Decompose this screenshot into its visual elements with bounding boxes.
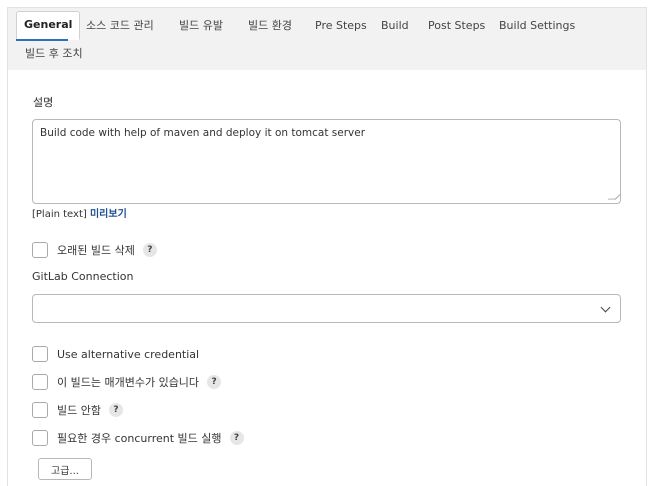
active-tab-indicator [16, 39, 68, 41]
help-icon[interactable]: ? [142, 243, 157, 257]
discard-old-builds-row[interactable]: 오래된 빌드 삭제 ? [32, 241, 157, 259]
disable-build-label: 빌드 안함 [57, 404, 101, 417]
discard-old-builds-label: 오래된 빌드 삭제 [57, 244, 135, 257]
use-alternative-credential-row[interactable]: Use alternative credential [32, 345, 199, 363]
tab-post-build-actions[interactable]: 빌드 후 조치 [25, 47, 83, 61]
advanced-button[interactable]: 고급... [38, 458, 92, 480]
help-icon[interactable]: ? [229, 431, 244, 445]
chevron-down-icon [600, 302, 611, 313]
disable-build-row[interactable]: 빌드 안함 ? [32, 401, 123, 419]
resize-handle-icon[interactable] [607, 194, 621, 200]
description-value: Build code with help of maven and deploy… [40, 127, 366, 139]
config-tab-bar [7, 7, 647, 70]
tab-pre-steps[interactable]: Pre Steps [315, 19, 367, 33]
concurrent-builds-checkbox[interactable] [32, 430, 48, 446]
gitlab-connection-select[interactable] [32, 294, 621, 323]
help-icon[interactable]: ? [108, 403, 123, 417]
tab-build-settings[interactable]: Build Settings [499, 19, 575, 33]
tab-general[interactable]: General [16, 11, 81, 40]
help-icon[interactable]: ? [207, 375, 222, 389]
tab-build[interactable]: Build [381, 19, 409, 33]
disable-build-checkbox[interactable] [32, 402, 48, 418]
concurrent-builds-row[interactable]: 필요한 경우 concurrent 빌드 실행 ? [32, 429, 244, 447]
parameterized-build-row[interactable]: 이 빌드는 매개변수가 있습니다 ? [32, 373, 222, 391]
tab-build-triggers[interactable]: 빌드 유발 [179, 19, 223, 33]
description-label: 설명 [33, 96, 54, 109]
use-alternative-credential-checkbox[interactable] [32, 346, 48, 362]
gitlab-connection-label: GitLab Connection [32, 270, 134, 283]
parameterized-build-label: 이 빌드는 매개변수가 있습니다 [57, 376, 200, 389]
parameterized-build-checkbox[interactable] [32, 374, 48, 390]
use-alternative-credential-label: Use alternative credential [57, 347, 200, 361]
discard-old-builds-checkbox[interactable] [32, 242, 48, 258]
concurrent-builds-label: 필요한 경우 concurrent 빌드 실행 [57, 432, 222, 445]
preview-link[interactable]: 미리보기 [90, 209, 127, 220]
tab-post-steps[interactable]: Post Steps [428, 19, 485, 33]
plain-text-label: [Plain text] [32, 209, 87, 220]
tab-build-environment[interactable]: 빌드 환경 [248, 19, 292, 33]
description-format: [Plain text] 미리보기 [32, 205, 127, 220]
tab-source-code-management[interactable]: 소스 코드 관리 [86, 19, 154, 33]
description-textarea[interactable]: Build code with help of maven and deploy… [32, 119, 621, 204]
